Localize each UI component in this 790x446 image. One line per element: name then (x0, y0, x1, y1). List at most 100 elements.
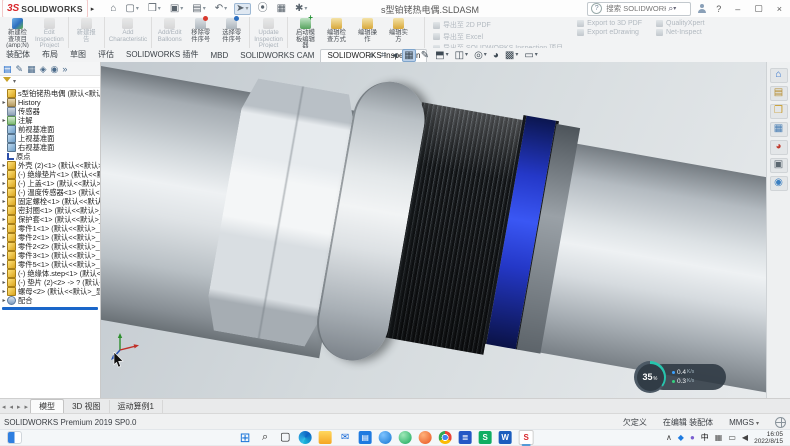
select-cursor-icon[interactable]: ➤ (234, 3, 250, 15)
app-green-s-icon[interactable]: S (479, 431, 492, 444)
start-button[interactable]: ⊞ (239, 431, 252, 444)
tree-item[interactable]: History (1, 98, 100, 107)
performance-overlay-widget[interactable]: 0.4 K/s 0.3 K/s 35% (634, 360, 726, 394)
solidworks-taskbar-icon[interactable]: S (519, 430, 534, 445)
appearances-icon[interactable]: ◕ (770, 140, 788, 155)
propertymanager-tab-icon[interactable]: ✎ (16, 64, 24, 74)
tree-item[interactable]: 密封圈<1> (默认<<默认>_显示状 (1, 206, 100, 215)
display-cast-icon[interactable]: ▭ (728, 433, 736, 443)
tree-item[interactable]: (-) 绝缘体.step<1> (默认<<默认>_ (1, 269, 100, 278)
tree-item[interactable]: 注解 (1, 116, 100, 125)
quick-tips-icon[interactable] (775, 417, 786, 428)
word-icon[interactable]: W (499, 431, 512, 444)
search-scope-caret-icon[interactable]: ▾ (673, 5, 676, 12)
custom-properties-icon[interactable]: ▣ (770, 158, 788, 173)
add-edit-balloons-button[interactable]: Add/Edit Balloons (151, 17, 185, 48)
open-document-icon[interactable]: ❒ (146, 3, 163, 15)
display-style-icon[interactable]: ◫ (454, 50, 469, 61)
design-library-icon[interactable]: ▤ (770, 86, 788, 101)
print-icon[interactable]: ▤ (190, 3, 207, 15)
tab-cam[interactable]: SOLIDWORKS CAM (234, 50, 320, 62)
3d-views-tab[interactable]: 3D 视图 (64, 400, 109, 414)
taskbar-clock[interactable]: 16:05 2022/8/15 (754, 431, 786, 445)
ime-icon[interactable]: ▦ (715, 433, 723, 443)
tray-app-icon[interactable]: ● (690, 433, 695, 443)
tree-item[interactable]: 固定螺栓<1> (默认<<默认>_显示 (1, 197, 100, 206)
hide-show-items-icon[interactable]: ◎ (473, 50, 488, 61)
edge-icon[interactable] (299, 431, 312, 444)
motion-study-tab[interactable]: 运动算例1 (110, 400, 163, 414)
home-icon[interactable]: ⌂ (108, 3, 118, 15)
tab-layout[interactable]: 布局 (36, 48, 64, 62)
tree-item[interactable]: 零件2<2> (默认<<默认>_显示状态 (1, 242, 100, 251)
tree-item[interactable]: (-) 温度传感器<1> (默认<<默认>_ (1, 188, 100, 197)
file-explorer-icon[interactable]: ❒ (770, 104, 788, 119)
tree-item[interactable]: (-) 上盖<1> (默认<<默认>_显示状 (1, 179, 100, 188)
rollback-bar[interactable] (2, 307, 98, 310)
graphics-area[interactable]: 0.4 K/s 0.3 K/s 35% (101, 62, 766, 398)
app-blue-circle-icon[interactable] (379, 431, 392, 444)
remove-balloons-button[interactable]: 移除零 件序号 (185, 17, 216, 48)
edit-appearance-icon[interactable]: ◕ (492, 50, 500, 61)
view-orientation-icon[interactable]: ⬒ (434, 50, 449, 61)
edit-inspection-method-button[interactable]: 编辑检 查方式 (321, 17, 352, 48)
view-palette-icon[interactable]: ▦ (770, 122, 788, 137)
filter-caret-icon[interactable]: ▾ (13, 78, 16, 85)
file-explorer-taskbar-icon[interactable] (319, 431, 332, 444)
tree-item[interactable]: (-) 垫片 (2)<2> -> ? (默认<<默认> (1, 278, 100, 287)
view-settings-icon[interactable]: ▭ (523, 50, 538, 61)
restore-button[interactable]: ▢ (750, 3, 767, 14)
tree-item[interactable]: 零件3<1> (默认<<默认>_显示状态 (1, 251, 100, 260)
input-mode-indicator[interactable]: 中 (701, 433, 709, 443)
tree-item[interactable]: 零件5<1> (默认<<默认>_显示状态 (1, 260, 100, 269)
tree-item[interactable]: 外壳 (2)<1> (默认<<默认>_显示状 (1, 161, 100, 170)
add-characteristic-button[interactable]: Add Characteristic (104, 17, 150, 48)
edit-operation-button[interactable]: 编辑操 作 (352, 17, 383, 48)
app-blue-tile-icon[interactable]: ≣ (459, 431, 472, 444)
featuremanager-tab-icon[interactable]: ▤ (3, 64, 12, 74)
tree-item[interactable]: 配合 (1, 296, 100, 305)
minimize-button[interactable]: – (731, 4, 744, 14)
edit-inspection-project-button[interactable]: Edit Inspection Project (33, 17, 66, 48)
units-selector[interactable]: MMGS▾ (729, 418, 759, 427)
tree-item[interactable]: 上视基准面 (1, 134, 100, 143)
configurationmanager-tab-icon[interactable]: ▦ (27, 64, 36, 74)
search-input[interactable] (604, 3, 668, 14)
tree-item[interactable]: 传感器 (1, 107, 100, 116)
tray-expand-icon[interactable]: ∧ (666, 433, 672, 443)
mail-icon[interactable]: ✉ (339, 431, 352, 444)
tree-filter-bar[interactable]: ▾ (0, 76, 100, 88)
tree-item[interactable]: 前视基准面 (1, 125, 100, 134)
widgets-icon[interactable] (7, 431, 22, 444)
select-balloons-button[interactable]: 选择零 件序号 (216, 17, 247, 48)
tree-item[interactable]: 零件1<1> (默认<<默认>_显示状态 (1, 224, 100, 233)
tab-assembly[interactable]: 装配体 (0, 48, 36, 62)
task-view-icon[interactable]: ▢ (279, 431, 292, 444)
panel-chevron-icon[interactable]: » (62, 64, 67, 74)
menu-expand-icon[interactable]: ▸ (91, 5, 95, 13)
resources-home-icon[interactable]: ⌂ (770, 68, 788, 83)
rebuild-icon[interactable]: ▦ (275, 3, 288, 15)
apply-scene-icon[interactable]: ▩ (504, 50, 519, 61)
store-icon[interactable]: ▤ (359, 431, 372, 444)
annotation-view-icon[interactable]: ✎ (420, 50, 430, 61)
tab-mbd[interactable]: MBD (204, 50, 234, 62)
tree-item[interactable]: 螺母<2> (默认<<默认>_显示状态 (1, 287, 100, 296)
edit-actual-button[interactable]: 编辑实 方 (383, 17, 414, 48)
tree-item[interactable]: (-) 绝缘垫片<1> (默认<<默认>_显 (1, 170, 100, 179)
app-orange-circle-icon[interactable] (419, 431, 432, 444)
save-icon[interactable]: ▣ (168, 3, 185, 15)
help-search-box[interactable]: ? ⌕ ▾ (587, 2, 691, 16)
help-button[interactable]: ? (712, 4, 725, 14)
section-view-icon[interactable]: ▦ (402, 49, 415, 62)
zoom-fit-icon[interactable]: ⌕ (368, 50, 376, 61)
tray-security-icon[interactable]: ◆ (678, 433, 684, 443)
tab-evaluate[interactable]: 评估 (92, 48, 120, 62)
template-editor-button[interactable]: 启动模 板编辑 器 (287, 17, 321, 48)
tree-item[interactable]: 零件2<1> (默认<<默认>_显示状态 (1, 233, 100, 242)
login-user-icon[interactable] (697, 4, 706, 13)
tree-item[interactable]: s型铂铑热电偶 (默认<默认_显示状态-1 (1, 89, 100, 98)
forum-icon[interactable]: ◉ (770, 176, 788, 191)
new-inspection-project-button[interactable]: 新建检 查项目 (amp;N) (2, 17, 33, 48)
chrome-icon[interactable] (439, 431, 452, 444)
